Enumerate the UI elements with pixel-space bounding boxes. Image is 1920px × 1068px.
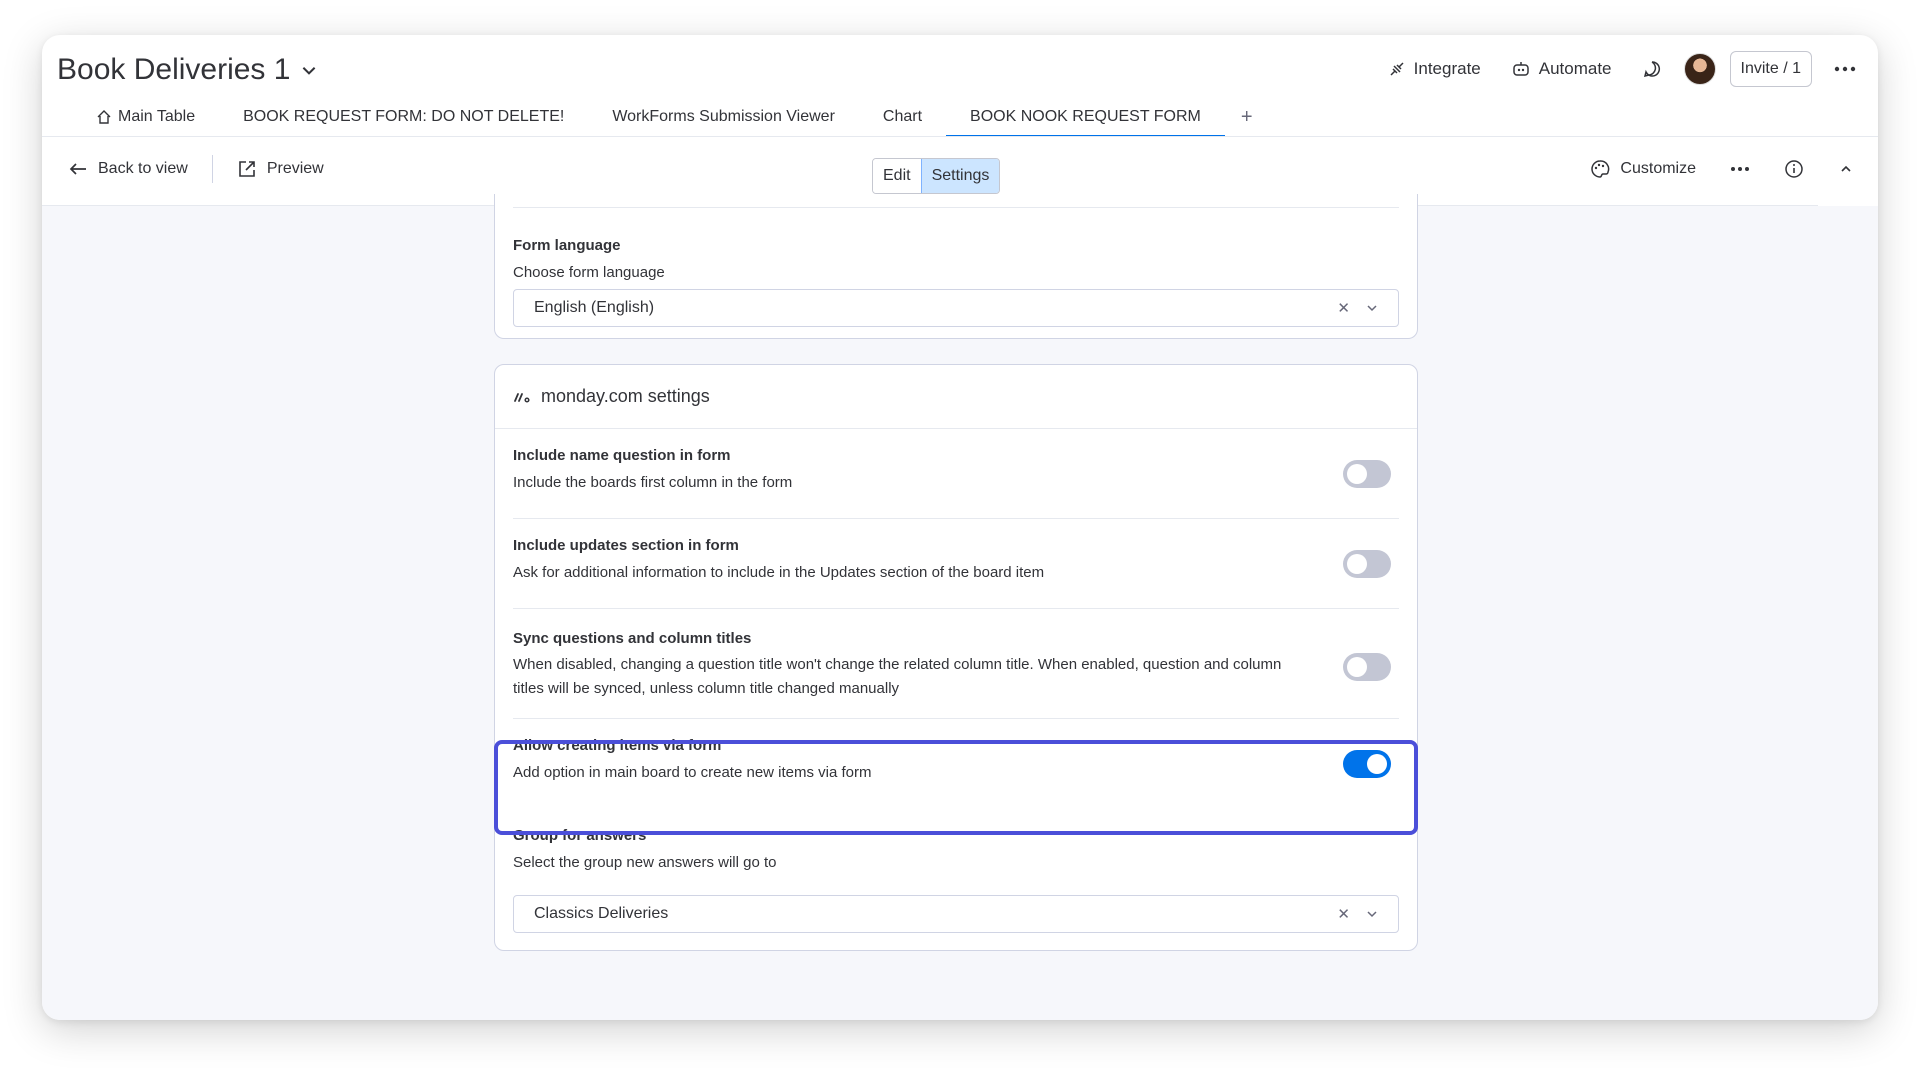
- clear-icon[interactable]: ✕: [1337, 299, 1350, 317]
- setting-description: Include the boards first column in the f…: [513, 474, 793, 491]
- form-language-description: Choose form language: [513, 264, 665, 281]
- home-icon: [97, 110, 111, 124]
- toggle-knob: [1347, 657, 1367, 677]
- form-language-value: English (English): [534, 299, 655, 316]
- monday-settings-header: monday.com settings: [495, 365, 1417, 429]
- setting-description: Add option in main board to create new i…: [513, 764, 872, 781]
- form-settings-content: Form language Choose form language Engli…: [42, 194, 1878, 1020]
- include-name-toggle[interactable]: [1343, 460, 1391, 488]
- updates-button[interactable]: [1634, 53, 1670, 85]
- chevron-up-icon: [1841, 165, 1851, 172]
- robot-icon: [1513, 62, 1529, 76]
- toolbar-more-button[interactable]: [1724, 162, 1756, 176]
- allow-creating-items-toggle[interactable]: [1343, 750, 1391, 778]
- setting-row-group-for-answers: Group for answers Select the group new a…: [513, 809, 1399, 949]
- automate-button[interactable]: Automate: [1503, 53, 1620, 85]
- setting-title: Include name question in form: [513, 447, 731, 464]
- chevron-down-icon[interactable]: [1366, 908, 1378, 920]
- section-divider: [513, 207, 1399, 208]
- info-button[interactable]: [1778, 155, 1810, 183]
- tab-label: WorkForms Submission Viewer: [612, 108, 835, 125]
- tab-main-table[interactable]: Main Table: [72, 97, 219, 137]
- integrate-label: Integrate: [1413, 59, 1481, 78]
- group-value: Classics Deliveries: [534, 905, 669, 922]
- form-language-card: Form language Choose form language Engli…: [494, 194, 1418, 339]
- tab-label: BOOK NOOK REQUEST FORM: [970, 108, 1201, 125]
- setting-title: Sync questions and column titles: [513, 630, 752, 647]
- setting-row-include-name: Include name question in form Include th…: [513, 429, 1399, 519]
- customize-button[interactable]: Customize: [1584, 155, 1702, 183]
- monday-settings-title: monday.com settings: [541, 386, 710, 406]
- arrow-left-icon: [69, 163, 86, 175]
- preview-button[interactable]: Preview: [231, 155, 330, 183]
- toolbar-separator: [211, 155, 213, 183]
- monday-logo-icon: [514, 392, 530, 403]
- preview-label: Preview: [266, 160, 324, 177]
- tab-book-request-form[interactable]: BOOK REQUEST FORM: DO NOT DELETE!: [219, 97, 588, 137]
- toggle-knob: [1367, 754, 1387, 774]
- edit-settings-switch: Edit Settings: [872, 158, 1001, 194]
- setting-description: When disabled, changing a question title…: [513, 656, 1282, 697]
- header-actions: Integrate Automate Invite / 1: [1380, 51, 1864, 87]
- invite-button[interactable]: Invite / 1: [1729, 51, 1812, 87]
- setting-row-include-updates: Include updates section in form Ask for …: [513, 519, 1399, 609]
- add-view-button[interactable]: +: [1225, 97, 1269, 137]
- tab-chart[interactable]: Chart: [859, 97, 946, 137]
- tab-workforms-submission-viewer[interactable]: WorkForms Submission Viewer: [588, 97, 859, 137]
- app-window: Book Deliveries 1 Integrate Automate Inv…: [42, 35, 1878, 1020]
- board-header: Book Deliveries 1 Integrate Automate Inv…: [42, 35, 1878, 137]
- setting-row-allow-creating-items: Allow creating items via form Add option…: [513, 719, 1399, 809]
- more-dots-icon: [1834, 66, 1856, 72]
- board-tabs: Main Table BOOK REQUEST FORM: DO NOT DEL…: [72, 97, 1269, 137]
- automate-label: Automate: [1538, 59, 1612, 78]
- chat-bubble-icon: [1643, 61, 1660, 78]
- settings-segment[interactable]: Settings: [920, 159, 1000, 193]
- clear-icon[interactable]: ✕: [1337, 905, 1350, 923]
- palette-icon: [1591, 160, 1610, 178]
- form-language-select[interactable]: English (English) ✕: [513, 289, 1399, 327]
- tab-label: Chart: [882, 108, 923, 125]
- back-label: Back to view: [98, 160, 188, 177]
- integrate-icon: [1390, 62, 1404, 76]
- setting-row-sync-titles: Sync questions and column titles When di…: [513, 609, 1399, 719]
- setting-title: Group for answers: [513, 827, 647, 844]
- form-language-title: Form language: [513, 237, 621, 254]
- integrate-button[interactable]: Integrate: [1380, 53, 1489, 85]
- monday-settings-card: monday.com settings Include name questio…: [494, 364, 1418, 951]
- edit-segment[interactable]: Edit: [873, 159, 921, 193]
- more-dots-icon: [1731, 167, 1749, 171]
- back-to-view-button[interactable]: Back to view: [62, 156, 194, 182]
- setting-title: Allow creating items via form: [513, 737, 722, 754]
- board-title[interactable]: Book Deliveries 1: [57, 53, 318, 87]
- avatar[interactable]: [1683, 53, 1716, 85]
- setting-title: Include updates section in form: [513, 537, 739, 554]
- chevron-down-icon[interactable]: [300, 61, 318, 79]
- external-link-icon: [239, 161, 255, 177]
- tab-book-nook-request-form[interactable]: BOOK NOOK REQUEST FORM: [946, 97, 1225, 137]
- more-menu-button[interactable]: [1826, 60, 1864, 78]
- tab-label: Main Table: [118, 108, 196, 125]
- setting-description: Select the group new answers will go to: [513, 854, 777, 871]
- setting-description: Ask for additional information to includ…: [513, 564, 1045, 581]
- include-updates-toggle[interactable]: [1343, 550, 1391, 578]
- board-title-text: Book Deliveries 1: [57, 53, 291, 86]
- sync-titles-toggle[interactable]: [1343, 653, 1391, 681]
- tab-label: BOOK REQUEST FORM: DO NOT DELETE!: [243, 108, 565, 125]
- toggle-knob: [1347, 464, 1367, 484]
- customize-label: Customize: [1620, 160, 1696, 177]
- group-for-answers-select[interactable]: Classics Deliveries ✕: [513, 895, 1399, 933]
- collapse-header-button[interactable]: [1832, 157, 1860, 181]
- toggle-knob: [1347, 554, 1367, 574]
- chevron-down-icon[interactable]: [1366, 302, 1378, 314]
- info-icon: [1785, 160, 1803, 178]
